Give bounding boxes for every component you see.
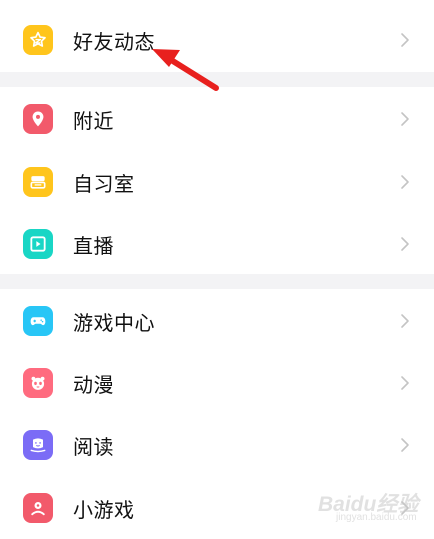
list-item-live[interactable]: 直播 (0, 214, 434, 274)
list-item-study-room[interactable]: 自习室 (0, 152, 434, 212)
chevron-right-icon (400, 500, 410, 516)
chevron-right-icon (400, 313, 410, 329)
list-item-label: 游戏中心 (73, 310, 155, 335)
chevron-right-icon (400, 32, 410, 48)
location-pin-icon (23, 104, 53, 134)
list-item-label: 附近 (73, 108, 114, 133)
star-icon (23, 25, 53, 55)
annotation-arrow-icon (152, 49, 219, 91)
group-separator (0, 274, 434, 289)
list-item-anime[interactable]: 动漫 (0, 353, 434, 413)
study-room-icon (23, 167, 53, 197)
live-icon (23, 229, 53, 259)
list-item-label: 阅读 (73, 434, 114, 459)
mini-game-icon (23, 493, 53, 523)
chevron-right-icon (400, 236, 410, 252)
list-item-label: 动漫 (73, 372, 114, 397)
panda-icon (23, 368, 53, 398)
list-item-label: 直播 (73, 233, 114, 258)
list-item-label: 自习室 (73, 171, 135, 196)
list-item-nearby[interactable]: 附近 (0, 89, 434, 149)
reading-icon (23, 430, 53, 460)
list-item-reading[interactable]: 阅读 (0, 415, 434, 475)
list-item-mini-games[interactable]: 小游戏 (0, 478, 434, 538)
list-item-game-center[interactable]: 游戏中心 (0, 291, 434, 351)
chevron-right-icon (400, 437, 410, 453)
gamepad-icon (23, 306, 53, 336)
chevron-right-icon (400, 375, 410, 391)
list-item-label: 小游戏 (73, 497, 135, 522)
chevron-right-icon (400, 111, 410, 127)
list-item-label: 好友动态 (73, 29, 155, 54)
chevron-right-icon (400, 174, 410, 190)
